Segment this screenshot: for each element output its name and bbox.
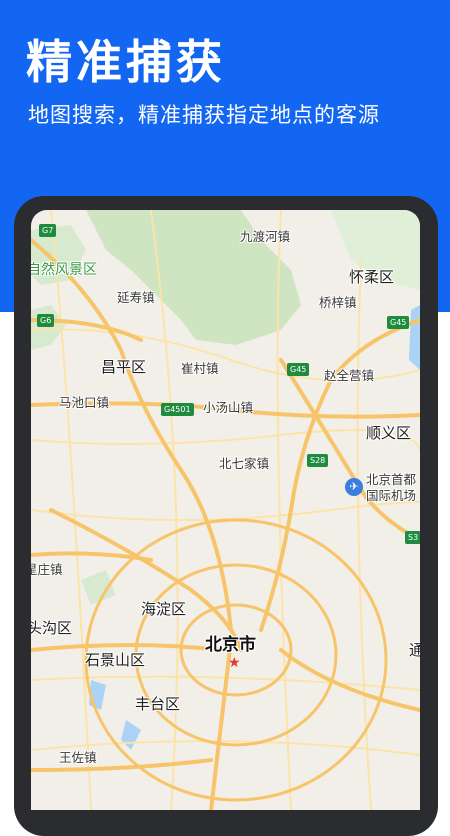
map-canvas [31,210,420,810]
hero-title: 精准捕获 [26,35,226,89]
map-label-haidian: 海淀区 [141,600,187,618]
highway-shield-s3: S3 [405,531,420,544]
map-label-machikou: 马池口镇 [59,395,110,410]
highway-shield-g7: G7 [39,224,57,237]
map-label-wangzuo: 王佐镇 [59,750,97,765]
map-label-xiaotangshan: 小汤山镇 [203,400,254,415]
map-label-airport-line2: 国际机场 [366,488,417,503]
map-label-beiqijia: 北七家镇 [219,456,270,471]
highway-shield-g45: G45 [287,363,310,376]
hero-subtitle: 地图搜索，精准捕获指定地点的客源 [28,103,380,127]
map-label-changping: 昌平区 [101,358,147,376]
map-label-shunyi: 顺义区 [366,424,412,442]
map-label-mentougou: 头沟区 [31,619,73,637]
map-label-qiaozi: 桥梓镇 [319,295,357,310]
map-label-cuncun: 崔村镇 [181,361,219,376]
map-label-airport-line1: 北京首都 [366,472,417,487]
map-label-yanshou: 延寿镇 [117,290,155,305]
map-label-jiuduhe: 九渡河镇 [240,229,291,244]
highway-shield-g45: G45 [387,316,410,329]
star-icon: ★ [228,655,241,671]
map-label-town-west: 星庄镇 [31,562,63,577]
airplane-icon: ✈ [345,478,363,496]
map-label-huairou: 怀柔区 [349,268,395,286]
map-label-beijing: 北京市 [205,635,256,655]
map-view[interactable]: G7 G6 G45 G45 G4501 S28 S3 九渡河镇 自然风景区 怀柔… [31,210,420,810]
map-label-tongzhou: 通 [409,641,420,659]
highway-shield-g6: G6 [37,314,55,327]
highway-shield-g4501: G4501 [161,403,194,416]
map-label-fengtai: 丰台区 [135,695,181,713]
map-label-zhaoquanying: 赵全营镇 [324,368,375,383]
map-label-shijingshan: 石景山区 [85,651,146,669]
highway-shield-s28: S28 [307,454,329,467]
map-label-park: 自然风景区 [31,262,97,278]
